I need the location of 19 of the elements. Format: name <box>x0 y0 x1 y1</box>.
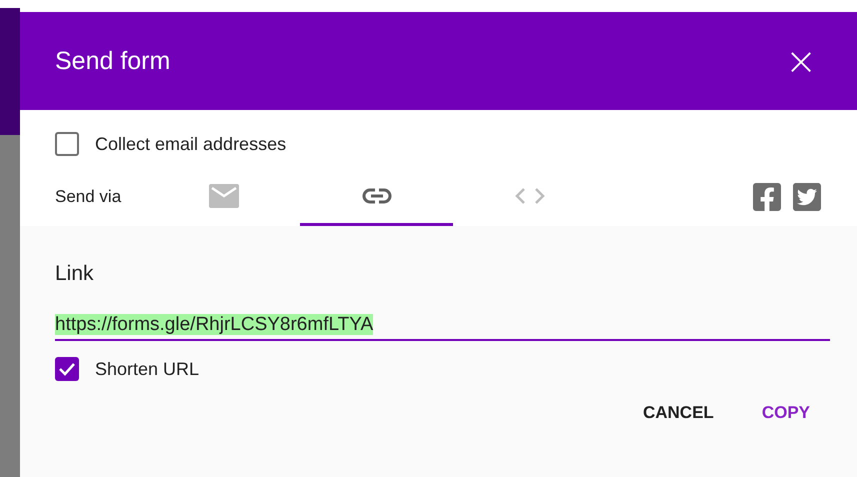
code-icon <box>514 186 544 204</box>
share-button[interactable] <box>791 181 823 213</box>
checkbox-label: Collect email addresses <box>95 134 286 154</box>
close-button[interactable]: × <box>785 46 817 76</box>
envelope-icon <box>208 184 238 208</box>
link-icon <box>362 188 392 204</box>
url-field[interactable]: https://forms.gle/RhjrLCSY8r6mfLTYA <box>55 314 830 341</box>
checkbox[interactable] <box>55 357 79 381</box>
cancel-button[interactable]: CANCEL <box>630 395 726 431</box>
link-heading: Link <box>55 262 95 286</box>
checkbox-label: Shorten URL <box>95 358 200 380</box>
checkbox[interactable] <box>55 132 79 156</box>
twitter-icon <box>791 181 823 213</box>
share-button[interactable] <box>751 181 783 213</box>
send-via-label: Send via <box>55 187 122 207</box>
facebook-icon <box>751 181 783 213</box>
dialog-title: Send form <box>55 46 170 76</box>
copy-button[interactable]: COPY <box>750 395 822 431</box>
checkmark-icon <box>58 362 76 376</box>
